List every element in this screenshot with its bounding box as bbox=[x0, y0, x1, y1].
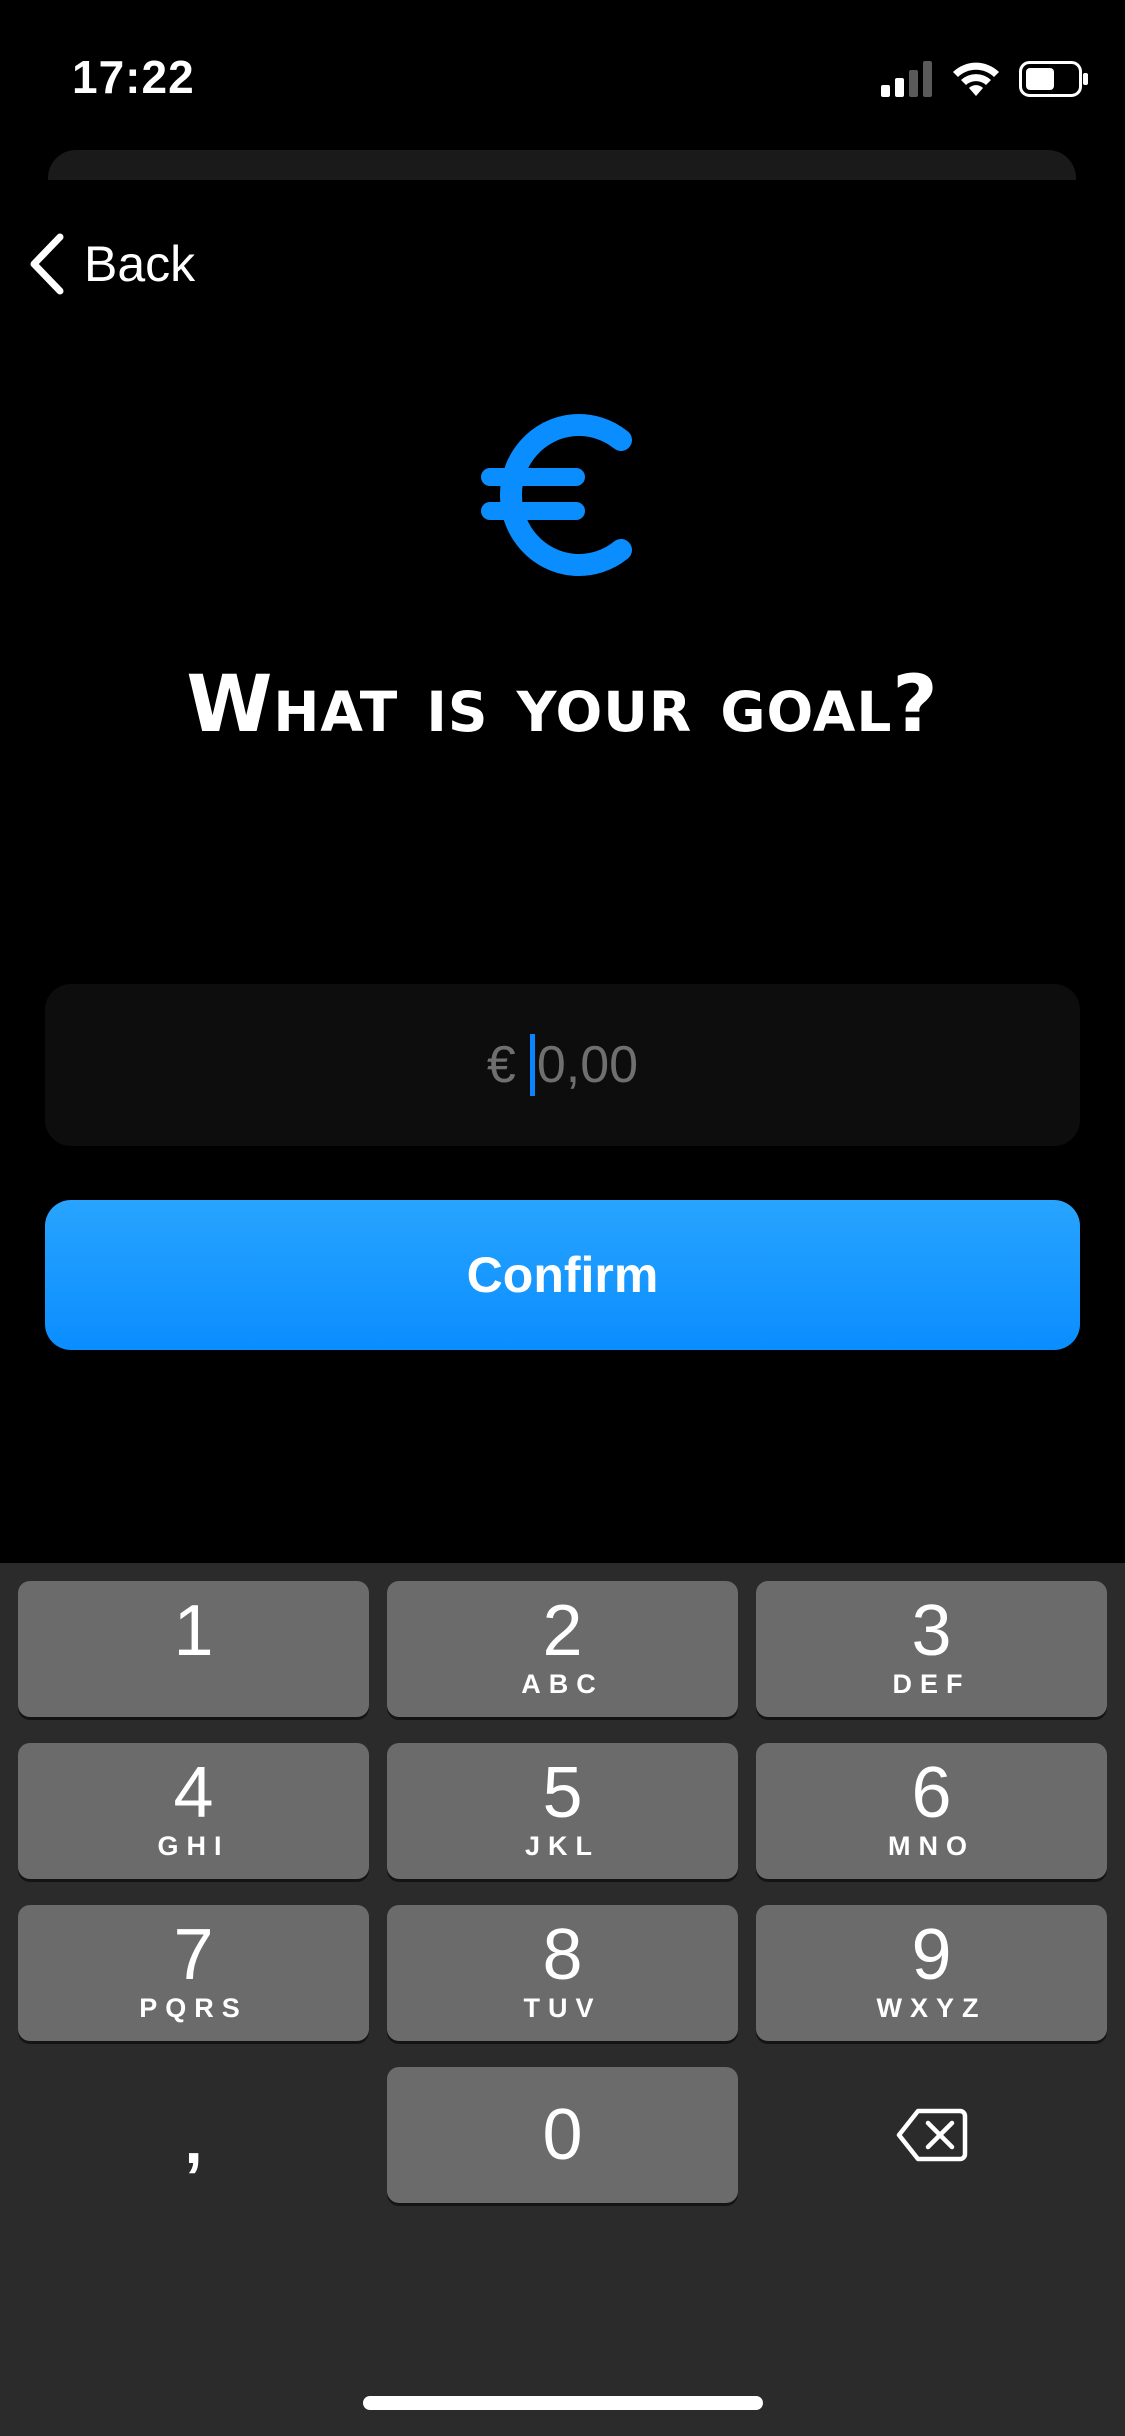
goal-amount-input[interactable]: € 0,00 bbox=[45, 984, 1080, 1146]
key-digit: 3 bbox=[911, 1591, 952, 1671]
status-icons bbox=[881, 60, 1089, 98]
key-digit: 8 bbox=[542, 1915, 583, 1995]
key-letters: ABC bbox=[521, 1669, 604, 1699]
key-7[interactable]: 7 PQRS bbox=[18, 1905, 369, 2041]
home-indicator[interactable] bbox=[363, 2396, 763, 2410]
key-digit: 5 bbox=[542, 1753, 583, 1833]
key-digit: 2 bbox=[542, 1591, 583, 1671]
page-title: What is your goal? bbox=[186, 660, 939, 750]
delete-backspace-icon bbox=[896, 2108, 967, 2162]
key-comma[interactable]: , bbox=[18, 2067, 369, 2203]
numeric-keypad: 1 2 ABC 3 DEF 4 GHI 5 JKL 6 MNO 7 PQRS 8… bbox=[0, 1563, 1125, 2436]
key-0[interactable]: 0 bbox=[387, 2067, 738, 2203]
back-button[interactable]: Back bbox=[26, 228, 195, 300]
amount-placeholder: 0,00 bbox=[536, 1036, 639, 1094]
key-letters: PQRS bbox=[139, 1993, 248, 2023]
back-label: Back bbox=[84, 236, 196, 292]
key-9[interactable]: 9 WXYZ bbox=[756, 1905, 1107, 2041]
chevron-left-icon bbox=[30, 233, 64, 295]
status-time: 17:22 bbox=[72, 51, 195, 103]
key-digit: 0 bbox=[542, 2095, 583, 2175]
key-digit: 1 bbox=[173, 1591, 214, 1671]
key-digit: 7 bbox=[173, 1915, 214, 1995]
text-caret bbox=[529, 1034, 535, 1096]
battery-icon bbox=[1019, 61, 1088, 97]
key-delete[interactable] bbox=[756, 2067, 1107, 2203]
key-8[interactable]: 8 TUV bbox=[387, 1905, 738, 2041]
status-bar: 17:22 bbox=[0, 0, 1125, 150]
key-digit: 4 bbox=[173, 1753, 214, 1833]
wifi-icon bbox=[953, 62, 999, 96]
key-letters: WXYZ bbox=[876, 1993, 987, 2023]
sheet-top-edge bbox=[48, 150, 1076, 180]
key-6[interactable]: 6 MNO bbox=[756, 1743, 1107, 1879]
key-5[interactable]: 5 JKL bbox=[387, 1743, 738, 1879]
cellular-signal-icon bbox=[881, 61, 932, 97]
key-digit: 6 bbox=[911, 1753, 952, 1833]
key-1[interactable]: 1 bbox=[18, 1581, 369, 1717]
key-letters: TUV bbox=[523, 1993, 602, 2023]
comma-label: , bbox=[184, 2103, 203, 2177]
currency-symbol: € bbox=[486, 1036, 516, 1094]
confirm-button[interactable]: Confirm bbox=[45, 1200, 1080, 1350]
euro-icon bbox=[481, 414, 632, 576]
key-3[interactable]: 3 DEF bbox=[756, 1581, 1107, 1717]
key-digit: 9 bbox=[911, 1915, 952, 1995]
key-4[interactable]: 4 GHI bbox=[18, 1743, 369, 1879]
key-letters: JKL bbox=[524, 1831, 600, 1861]
key-2[interactable]: 2 ABC bbox=[387, 1581, 738, 1717]
key-letters: GHI bbox=[157, 1831, 230, 1861]
key-letters: MNO bbox=[888, 1831, 975, 1861]
key-letters: DEF bbox=[892, 1669, 971, 1699]
